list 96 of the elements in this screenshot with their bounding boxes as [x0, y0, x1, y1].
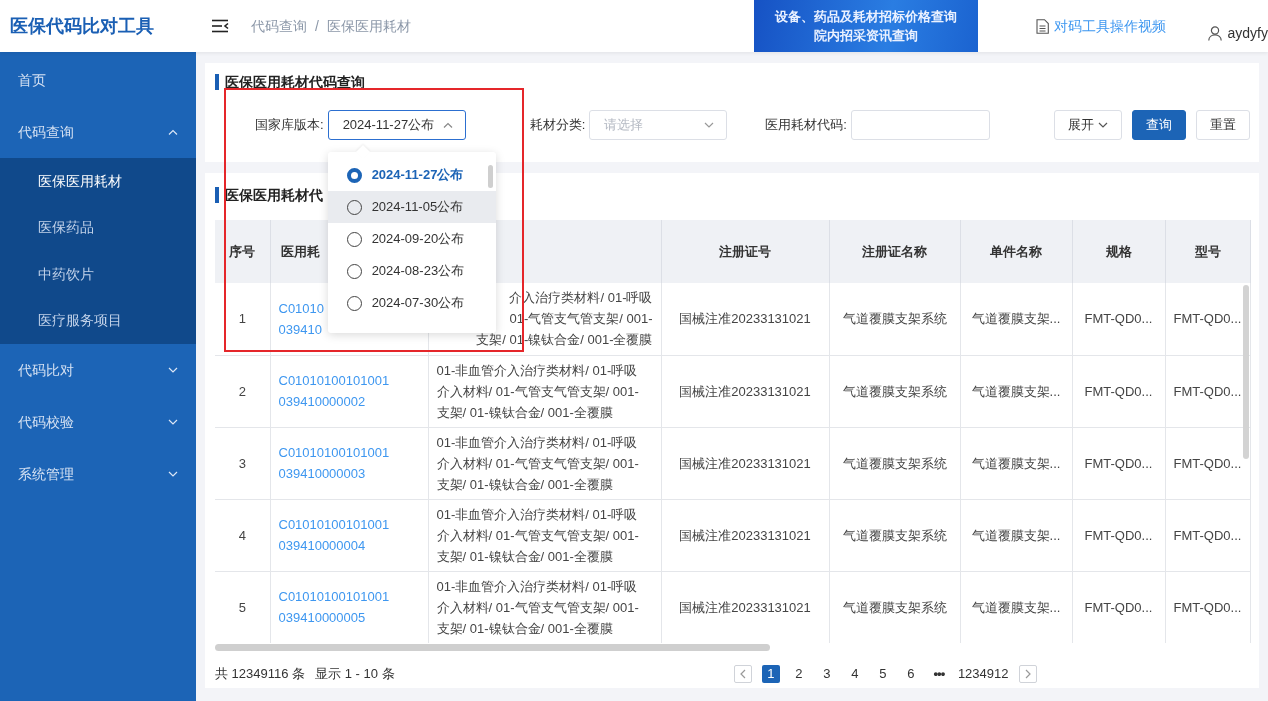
table-cell: 国械注准20233131021 [661, 355, 829, 427]
search-button[interactable]: 查询 [1131, 110, 1186, 140]
chevron-icon [704, 122, 715, 128]
table-cell: 3 [215, 427, 270, 499]
table-cell: FMT-QD0... [1072, 571, 1165, 643]
table-cell: FMT-QD0... [1072, 427, 1165, 499]
chevron-icon [1097, 122, 1108, 128]
dropdown-option[interactable]: 2024-11-27公布 [327, 159, 496, 191]
table-cell: 气道覆膜支架系统 [829, 283, 960, 355]
code-link[interactable]: C01010100101001 039410000002 [278, 370, 390, 412]
table-cell: FMT-QD0... [1165, 571, 1250, 643]
chevron-icon [442, 122, 453, 128]
table-cell: 气道覆膜支架... [960, 499, 1072, 571]
document-icon [1035, 18, 1049, 34]
sidebar-subitem[interactable]: 中药饮片 [0, 251, 196, 298]
user-icon [1207, 25, 1222, 41]
page-button[interactable]: 2 [789, 664, 808, 683]
column-header: 注册证号 [661, 220, 829, 283]
sidebar-subitem[interactable]: 医保医用耗材 [0, 158, 196, 205]
panel-title: 医保医用耗材代 [225, 185, 323, 205]
field-label: 医用耗材代码: [765, 116, 847, 135]
scrollbar-thumb[interactable] [215, 644, 770, 651]
scrollbar-thumb[interactable] [487, 165, 493, 188]
table-cell: 气道覆膜支架... [960, 283, 1072, 355]
table-cell: 国械注准20233131021 [661, 427, 829, 499]
expand-button[interactable]: 展开 [1053, 110, 1122, 140]
user-name[interactable]: aydyfy [1227, 22, 1268, 44]
menu-fold-icon[interactable] [212, 19, 229, 33]
sidebar-subitem[interactable]: 医疗服务项目 [0, 297, 196, 344]
select-field[interactable]: 2024-11-27公布 [327, 110, 466, 140]
table-cell: FMT-QD0... [1072, 499, 1165, 571]
column-header: 型号 [1165, 220, 1250, 283]
promo-banner[interactable]: 设备、药品及耗材招标价格查询 院内招采资讯查询 [753, 0, 978, 52]
radio-button[interactable] [346, 167, 362, 183]
chevron-right-icon [1024, 668, 1031, 679]
table-cell: 01-非血管介入治疗类材料/ 01-呼吸 介入材料/ 01-气管支气管支架/ 001- 支架/ 01-镍钛合金/ 001-全覆膜 [428, 427, 661, 499]
sidebar-subitem[interactable]: 医保药品 [0, 204, 196, 251]
table-cell: 5 [215, 571, 270, 643]
page-range: 显示 1 - 10 条 [315, 665, 395, 683]
table-cell: 2 [215, 355, 270, 427]
code-link[interactable]: C01010 039410 [278, 297, 325, 340]
banner-text: 院内招采资讯查询 [813, 27, 918, 45]
field-label: 耗材分类: [529, 116, 586, 135]
breadcrumb-separator: / [315, 16, 319, 36]
code-link[interactable]: C01010100101001 039410000003 [278, 442, 390, 484]
page-button[interactable]: 6 [901, 664, 920, 683]
table-cell: 国械注准20233131021 [661, 283, 829, 355]
table-cell: 气道覆膜支架系统 [829, 571, 960, 643]
table-cell: 气道覆膜支架... [960, 571, 1072, 643]
table-cell: 1 [215, 283, 270, 355]
code-link[interactable]: C01010100101001 039410000004 [278, 514, 390, 556]
page-button[interactable]: 4 [845, 664, 864, 683]
table-cell: FMT-QD0... [1072, 283, 1165, 355]
more-pages-button[interactable]: ••• [929, 664, 948, 683]
sidebar-item[interactable]: 代码查询 [0, 106, 196, 158]
table-cell: 气道覆膜支架系统 [829, 499, 960, 571]
table-cell: 01-非血管介入治疗类材料/ 01-呼吸 介入材料/ 01-气管支气管支架/ 001- 支架/ 01-镍钛合金/ 001-全覆膜 [428, 571, 661, 643]
input-field[interactable] [850, 110, 990, 140]
sidebar-item[interactable]: 系统管理 [0, 448, 196, 500]
banner-text: 设备、药品及耗材招标价格查询 [774, 8, 957, 26]
sidebar-item[interactable]: 代码校验 [0, 396, 196, 448]
title-bar [215, 187, 219, 203]
breadcrumb-current: 医保医用耗材 [326, 16, 411, 36]
scrollbar-thumb[interactable] [1242, 285, 1249, 459]
total-count: 共 12349116 条 [215, 665, 306, 683]
table-cell: 国械注准20233131021 [661, 499, 829, 571]
table-cell: FMT-QD0... [1072, 355, 1165, 427]
sidebar-item[interactable]: 代码比对 [0, 344, 196, 396]
chevron-left-icon [739, 668, 746, 679]
app-title: 医保代码比对工具 [9, 14, 155, 38]
sidebar-item[interactable]: 首页 [0, 54, 196, 106]
table-cell: 4 [215, 499, 270, 571]
breadcrumb-link[interactable]: 代码查询 [251, 15, 307, 37]
dropdown-option[interactable]: 2024-11-05公布 [327, 191, 496, 223]
page-button[interactable]: 3 [817, 664, 836, 683]
table-cell: 气道覆膜支架... [960, 427, 1072, 499]
field-label: 国家库版本: [255, 116, 324, 135]
table-cell: 气道覆膜支架系统 [829, 355, 960, 427]
table-cell: 01-非血管介入治疗类材料/ 01-呼吸 介入材料/ 01-气管支气管支架/ 001- 支架/ 01-镍钛合金/ 001-全覆膜 [428, 355, 661, 427]
column-header: 注册证名称 [829, 220, 960, 283]
table-cell: 国械注准20233131021 [661, 571, 829, 643]
table-cell: 气道覆膜支架... [960, 355, 1072, 427]
table-cell: 01-非血管介入治疗类材料/ 01-呼吸 介入材料/ 01-气管支气管支架/ 001- 支架/ 01-镍钛合金/ 001-全覆膜 [428, 499, 661, 571]
table-cell: FMT-QD0... [1165, 499, 1250, 571]
column-header: 规格 [1072, 220, 1165, 283]
page-button[interactable]: 1 [761, 664, 780, 683]
table-cell: 气道覆膜支架系统 [829, 427, 960, 499]
column-header: 单件名称 [960, 220, 1072, 283]
column-header: 序号 [215, 220, 270, 283]
title-bar [215, 74, 219, 90]
dropdown-option[interactable]: 2024-07-30公布 [327, 287, 496, 319]
page-button[interactable]: 1234912 [957, 664, 1009, 683]
video-link[interactable]: 对码工具操作视频 [1035, 15, 1166, 37]
page-button[interactable]: 5 [873, 664, 892, 683]
code-link[interactable]: C01010100101001 039410000005 [278, 586, 390, 628]
reset-button[interactable]: 重置 [1195, 110, 1250, 140]
